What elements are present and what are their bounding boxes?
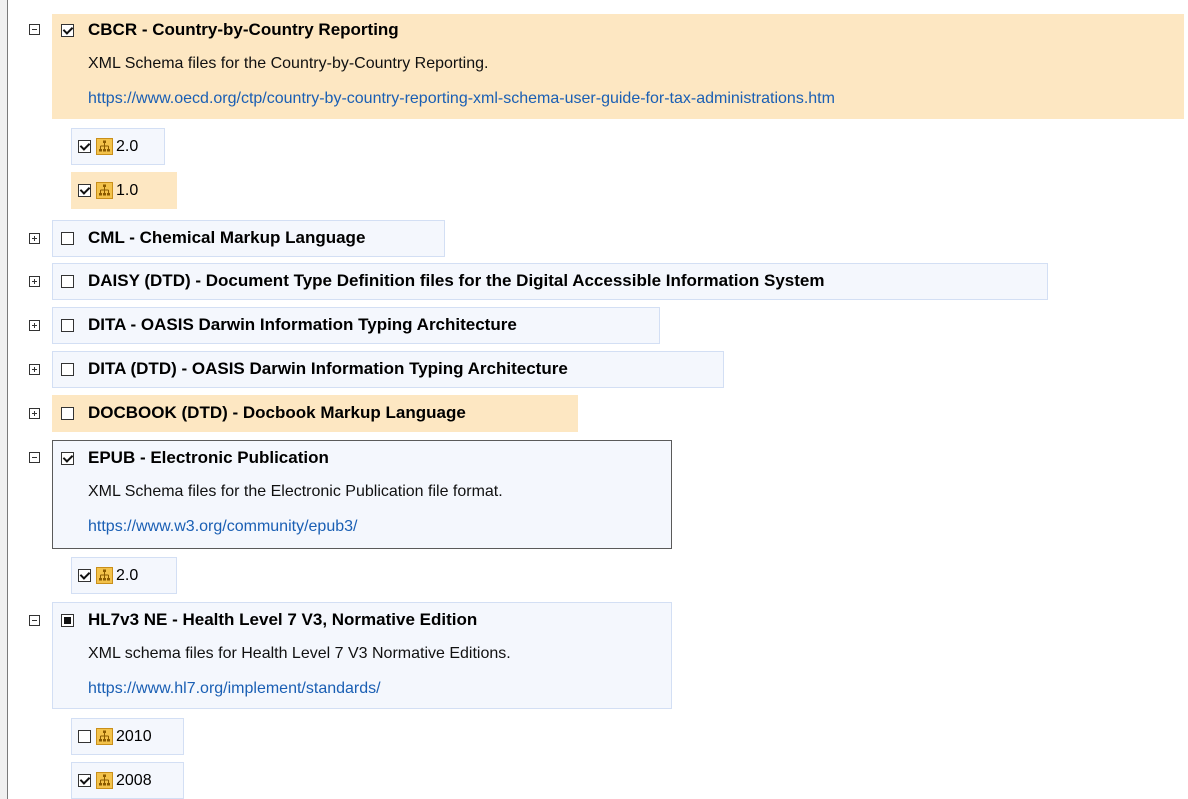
tree-item-cbcr[interactable]: CBCR - Country-by-Country Reporting XML … [52, 14, 1184, 119]
checkbox-cbcr[interactable] [61, 24, 74, 37]
version-item-epub-2-0[interactable]: 2.0 [71, 557, 177, 594]
checkbox-dita[interactable] [61, 319, 74, 332]
version-label: 2.0 [116, 138, 139, 155]
version-item-hl7-2010[interactable]: 2010 [71, 718, 184, 755]
item-title: HL7v3 NE - Health Level 7 V3, Normative … [88, 610, 478, 629]
checkbox-dita-dtd[interactable] [61, 363, 74, 376]
item-title: DAISY (DTD) - Document Type Definition f… [88, 271, 825, 290]
checkbox-version[interactable] [78, 140, 91, 153]
checkbox-daisy[interactable] [61, 275, 74, 288]
checkbox-cml[interactable] [61, 232, 74, 245]
schema-icon [96, 182, 113, 199]
item-title: CBCR - Country-by-Country Reporting [88, 20, 399, 39]
schema-icon [96, 772, 113, 789]
tree-item-daisy[interactable]: DAISY (DTD) - Document Type Definition f… [52, 263, 1048, 300]
expand-toggle-cml[interactable] [29, 233, 40, 244]
tree-item-docbook[interactable]: DOCBOOK (DTD) - Docbook Markup Language [52, 395, 578, 432]
schema-icon [96, 138, 113, 155]
checkbox-hl7[interactable] [61, 614, 74, 627]
item-title: DITA (DTD) - OASIS Darwin Information Ty… [88, 359, 568, 378]
item-description: XML schema files for Health Level 7 V3 N… [88, 645, 511, 662]
expand-toggle-docbook[interactable] [29, 408, 40, 419]
collapse-toggle-cbcr[interactable] [29, 24, 40, 35]
version-label: 2.0 [116, 567, 139, 584]
tree-item-hl7[interactable]: HL7v3 NE - Health Level 7 V3, Normative … [52, 602, 672, 709]
checkbox-epub[interactable] [61, 452, 74, 465]
schema-tree: CBCR - Country-by-Country Reporting XML … [0, 0, 1188, 799]
version-item-cbcr-2-0[interactable]: 2.0 [71, 128, 165, 165]
item-url-link[interactable]: https://www.hl7.org/implement/standards/ [88, 680, 381, 698]
item-url-link[interactable]: https://www.oecd.org/ctp/country-by-coun… [88, 90, 835, 108]
checkbox-version[interactable] [78, 730, 91, 743]
item-title: DITA - OASIS Darwin Information Typing A… [88, 315, 517, 334]
item-title: CML - Chemical Markup Language [88, 228, 366, 247]
version-item-hl7-2008[interactable]: 2008 [71, 762, 184, 799]
version-label: 2010 [116, 728, 152, 745]
item-description: XML Schema files for the Electronic Publ… [88, 483, 503, 500]
item-description: XML Schema files for the Country-by-Coun… [88, 55, 489, 72]
checkbox-docbook[interactable] [61, 407, 74, 420]
expand-toggle-daisy[interactable] [29, 276, 40, 287]
schema-icon [96, 728, 113, 745]
version-label: 1.0 [116, 182, 139, 199]
expand-toggle-dita-dtd[interactable] [29, 364, 40, 375]
collapse-toggle-hl7[interactable] [29, 615, 40, 626]
tree-item-dita-dtd[interactable]: DITA (DTD) - OASIS Darwin Information Ty… [52, 351, 724, 388]
version-label: 2008 [116, 772, 152, 789]
tree-item-cml[interactable]: CML - Chemical Markup Language [52, 220, 445, 257]
tree-item-dita[interactable]: DITA - OASIS Darwin Information Typing A… [52, 307, 660, 344]
version-item-cbcr-1-0[interactable]: 1.0 [71, 172, 177, 209]
item-url-link[interactable]: https://www.w3.org/community/epub3/ [88, 518, 357, 536]
schema-icon [96, 567, 113, 584]
tree-item-epub[interactable]: EPUB - Electronic Publication XML Schema… [52, 440, 672, 549]
checkbox-version[interactable] [78, 569, 91, 582]
collapse-toggle-epub[interactable] [29, 452, 40, 463]
checkbox-version[interactable] [78, 774, 91, 787]
item-title: DOCBOOK (DTD) - Docbook Markup Language [88, 403, 466, 422]
checkbox-version[interactable] [78, 184, 91, 197]
item-title: EPUB - Electronic Publication [88, 448, 329, 467]
expand-toggle-dita[interactable] [29, 320, 40, 331]
